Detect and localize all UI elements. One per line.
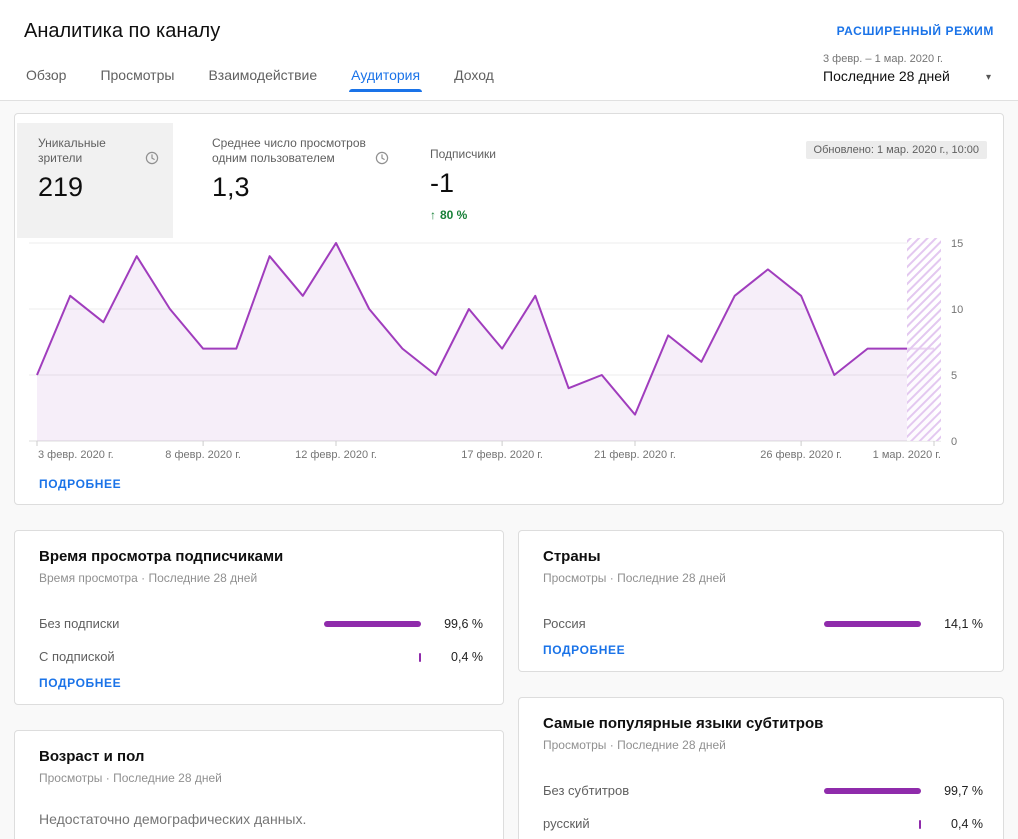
purple-bar: [824, 788, 921, 794]
purple-bar: [419, 653, 421, 662]
clock-icon: [145, 151, 159, 165]
card-subtitle: Время просмотра · Последние 28 дней: [39, 571, 483, 585]
see-more-link[interactable]: ПОДРОБНЕЕ: [39, 676, 121, 690]
row-label: Россия: [543, 616, 824, 631]
svg-text:15: 15: [951, 238, 963, 250]
purple-bar: [824, 621, 921, 627]
svg-text:21 февр. 2020 г.: 21 февр. 2020 г.: [594, 449, 676, 461]
clock-icon: [375, 151, 389, 165]
row-value: 14,1 %: [935, 617, 983, 631]
svg-text:10: 10: [951, 304, 963, 316]
purple-bar: [324, 621, 421, 627]
row-label: С подпиской: [39, 649, 324, 664]
card-title: Время просмотра подписчиками: [39, 548, 483, 565]
metric-value: -1: [430, 168, 496, 199]
analytics-tabs: Обзор Просмотры Взаимодействие Аудитория…: [24, 59, 526, 92]
card-subtitle: Просмотры · Последние 28 дней: [39, 771, 483, 785]
purple-bar: [919, 820, 921, 829]
tab-overview[interactable]: Обзор: [24, 59, 68, 92]
card-subtitle: Просмотры · Последние 28 дней: [543, 738, 983, 752]
metric-subscribers[interactable]: Подписчики -1 ↑ 80 %: [409, 123, 510, 238]
metric-chips: Уникальные зрители 219 Среднее число про…: [17, 123, 510, 238]
metric-value: 219: [38, 172, 159, 203]
row-value: 0,4 %: [435, 650, 483, 664]
subtitle-languages-card: Самые популярные языки субтитров Просмот…: [518, 697, 1004, 839]
date-range-text: 3 февр. – 1 мар. 2020 г.: [823, 53, 985, 65]
see-more-link[interactable]: ПОДРОБНЕЕ: [39, 477, 121, 491]
row-label: Без подписки: [39, 616, 324, 631]
metric-value: 1,3: [212, 172, 389, 203]
chevron-down-icon: ▾: [986, 72, 991, 83]
row-value: 0,4 %: [935, 817, 983, 831]
advanced-mode-link[interactable]: РАСШИРЕННЫЙ РЕЖИМ: [837, 24, 994, 38]
bar-zone: [324, 618, 421, 630]
watch-time-subscribers-card: Время просмотра подписчиками Время просм…: [14, 530, 504, 705]
bar-zone: [324, 651, 421, 663]
svg-text:1 мар. 2020 г.: 1 мар. 2020 г.: [873, 449, 941, 461]
list-item: Без субтитров 99,7 %: [543, 774, 983, 807]
date-preset-text: Последние 28 дней: [823, 68, 985, 84]
metric-label: Подписчики: [430, 147, 496, 162]
list-item: С подпиской 0,4 %: [39, 640, 483, 673]
row-value: 99,7 %: [935, 784, 983, 798]
tab-audience[interactable]: Аудитория: [349, 59, 422, 92]
empty-data-message: Недостаточно демографических данных.: [39, 811, 483, 827]
card-title: Самые популярные языки субтитров: [543, 715, 983, 732]
delta-value: 80 %: [440, 208, 467, 222]
tab-revenue[interactable]: Доход: [452, 59, 496, 92]
svg-text:5: 5: [951, 370, 957, 382]
metric-avg-views-per-viewer[interactable]: Среднее число просмотров одним пользоват…: [191, 123, 403, 238]
svg-text:3 февр. 2020 г.: 3 февр. 2020 г.: [38, 449, 114, 461]
metric-unique-viewers[interactable]: Уникальные зрители 219: [17, 123, 173, 238]
countries-card: Страны Просмотры · Последние 28 дней Рос…: [518, 530, 1004, 672]
svg-text:12 февр. 2020 г.: 12 февр. 2020 г.: [295, 449, 377, 461]
updated-badge: Обновлено: 1 мар. 2020 г., 10:00: [806, 141, 987, 159]
svg-text:17 февр. 2020 г.: 17 февр. 2020 г.: [461, 449, 543, 461]
list-item: русский 0,4 %: [543, 807, 983, 839]
row-label: Без субтитров: [543, 783, 824, 798]
card-title: Страны: [543, 548, 983, 565]
card-subtitle: Просмотры · Последние 28 дней: [543, 571, 983, 585]
up-arrow-icon: ↑: [430, 208, 436, 222]
page-title: Аналитика по каналу: [24, 20, 220, 43]
audience-overview-card: Уникальные зрители 219 Среднее число про…: [14, 113, 1004, 505]
analytics-page: Аналитика по каналу РАСШИРЕННЫЙ РЕЖИМ 3 …: [0, 0, 1018, 839]
tab-reach[interactable]: Просмотры: [98, 59, 176, 92]
age-gender-card: Возраст и пол Просмотры · Последние 28 д…: [14, 730, 504, 839]
svg-text:0: 0: [951, 436, 957, 448]
card-title: Возраст и пол: [39, 748, 483, 765]
top-bar: Аналитика по каналу РАСШИРЕННЫЙ РЕЖИМ 3 …: [0, 0, 1018, 101]
svg-text:8 февр. 2020 г.: 8 февр. 2020 г.: [165, 449, 241, 461]
bar-zone: [824, 618, 921, 630]
svg-text:26 февр. 2020 г.: 26 февр. 2020 г.: [760, 449, 842, 461]
metric-label: Уникальные зрители: [38, 136, 138, 166]
subscribers-delta: ↑ 80 %: [430, 208, 496, 222]
metric-label: Среднее число просмотров одним пользоват…: [212, 136, 368, 166]
see-more-link[interactable]: ПОДРОБНЕЕ: [543, 643, 625, 657]
row-value: 99,6 %: [435, 617, 483, 631]
date-range-picker[interactable]: 3 февр. – 1 мар. 2020 г. Последние 28 дн…: [823, 53, 985, 84]
bar-zone: [824, 785, 921, 797]
list-item: Россия 14,1 %: [543, 607, 983, 640]
tab-engagement[interactable]: Взаимодействие: [206, 59, 319, 92]
bar-zone: [824, 818, 921, 830]
list-item: Без подписки 99,6 %: [39, 607, 483, 640]
row-label: русский: [543, 816, 824, 831]
